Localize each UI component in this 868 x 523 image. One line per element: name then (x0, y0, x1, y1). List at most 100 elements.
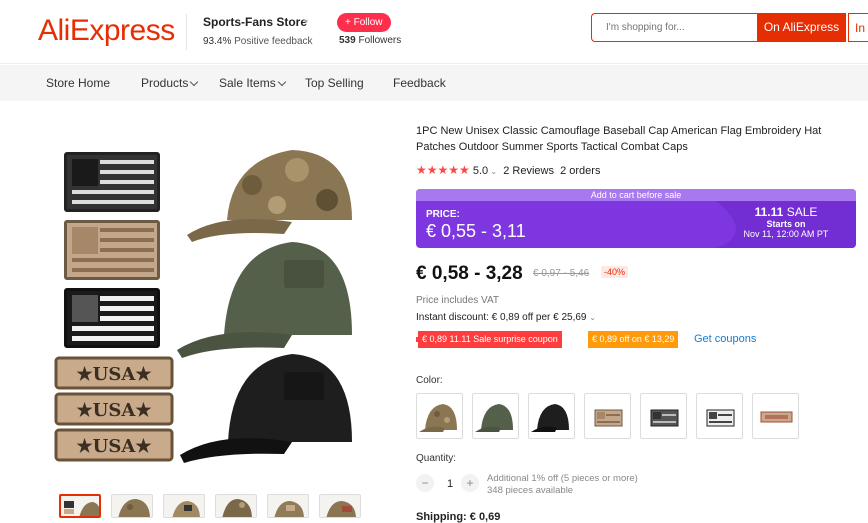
swatch-image (419, 404, 457, 432)
thumbnail-image (274, 501, 304, 517)
quantity-decrease-button[interactable]: − (416, 474, 434, 492)
nav-label: Top Selling (305, 76, 364, 90)
chevron-down-icon (190, 77, 199, 87)
followers: 539 Followers (339, 35, 401, 46)
store-coupon[interactable]: € 0,89 off on € 13,29 (588, 331, 679, 348)
flag-patch-bw (64, 152, 160, 212)
sale-logo-word: SALE (786, 205, 818, 219)
flag-patch-black (64, 288, 160, 348)
black-cap (180, 354, 352, 463)
nav-label: Sale Items (219, 76, 276, 90)
sale-coupon[interactable]: € 0,89 11.11 Sale surprise coupon (416, 331, 562, 348)
nav-sale-items[interactable]: Sale Items (219, 76, 286, 90)
feedback-label: Positive feedback (234, 36, 313, 47)
aliexpress-logo[interactable]: AliExpress (38, 14, 175, 48)
shipping-cost: Shipping: € 0,69 (416, 511, 501, 523)
product-image: ★USA★ ★USA★ ★USA★ (54, 150, 352, 463)
svg-text:★USA★: ★USA★ (77, 400, 153, 421)
nav-feedback[interactable]: Feedback (393, 76, 446, 90)
quantity-input[interactable]: 1 (440, 478, 460, 490)
nav-label: Feedback (393, 76, 446, 90)
usa-patch: ★USA★ (54, 356, 174, 390)
chevron-down-icon[interactable]: ⌄ (488, 167, 497, 176)
discount-badge: -40% (601, 266, 629, 278)
color-label: Color: (416, 375, 443, 386)
price-label: PRICE: (426, 209, 460, 220)
chevron-down-icon[interactable]: ▾ (304, 17, 308, 26)
store-name[interactable]: Sports-Fans Store (203, 15, 307, 29)
star-rating-icon: ★★★★★ (416, 163, 470, 177)
swatch-image (706, 409, 735, 427)
color-swatch-bw-flag[interactable] (696, 393, 743, 439)
usa-patch: ★USA★ (54, 392, 174, 426)
thumbnail[interactable] (163, 494, 205, 518)
camo-cap (187, 150, 352, 242)
quantity-info: Additional 1% off (5 pieces or more) 348… (487, 473, 638, 497)
chevron-down-icon: ⌄ (589, 313, 596, 322)
sale-starts-label: Starts on (766, 219, 806, 229)
color-swatch-black[interactable] (528, 393, 575, 439)
swatch-image (650, 409, 679, 427)
color-swatch-green[interactable] (472, 393, 519, 439)
sale-info: 11.11 SALE Starts on Nov 11, 12:00 AM PT (726, 205, 846, 239)
flag-patch-tan (64, 220, 160, 280)
search-input[interactable] (591, 13, 758, 42)
thumbnail[interactable] (215, 494, 257, 518)
nav-products[interactable]: Products (141, 76, 199, 90)
thumbnail[interactable] (319, 494, 361, 518)
thumbnail-image (326, 501, 356, 517)
color-swatch-usa-patch[interactable] (752, 393, 799, 439)
follow-button[interactable]: + Follow (337, 13, 391, 32)
sale-logo: 11.11 SALE (726, 205, 846, 219)
vat-note: Price includes VAT (416, 295, 499, 306)
color-swatch-dark-flag[interactable] (640, 393, 687, 439)
orders-count: 2 orders (560, 165, 601, 177)
svg-text:★USA★: ★USA★ (77, 364, 153, 385)
swatch-image (531, 404, 569, 432)
sale-banner: Add to cart before sale PRICE: € 0,55 - … (416, 189, 856, 248)
header-divider (186, 14, 187, 50)
thumbnail[interactable] (111, 494, 153, 518)
store-nav: Store Home Products Sale Items Top Selli… (0, 65, 868, 101)
product-title: 1PC New Unisex Classic Camouflage Baseba… (416, 125, 822, 153)
chevron-down-icon (277, 77, 286, 87)
swatch-image (475, 404, 513, 432)
sale-start-date: Nov 11, 12:00 AM PT (743, 229, 829, 239)
bulk-discount-note: Additional 1% off (5 pieces or more) (487, 473, 638, 484)
thumbnail-image (64, 501, 99, 516)
green-cap (177, 242, 352, 358)
followers-label: Followers (358, 35, 402, 46)
feedback-percent: 93.4% (203, 36, 232, 47)
product-rating: ★★★★★ 5.0 ⌄ 2 Reviews 2 orders (416, 163, 600, 177)
color-swatch-camo[interactable] (416, 393, 463, 439)
swatch-image (594, 409, 623, 427)
thumbnail-image (222, 499, 252, 517)
sale-price: € 0,55 - 3,11 (426, 221, 526, 241)
get-coupons-link[interactable]: Get coupons (694, 333, 756, 345)
sale-logo-number: 11.11 (754, 205, 784, 219)
followers-count: 539 (339, 35, 356, 46)
instant-discount-text: Instant discount: € 0,89 off per € 25,69 (416, 312, 587, 323)
thumbnail-image (172, 501, 200, 517)
nav-top-selling[interactable]: Top Selling (305, 76, 364, 90)
nav-store-home[interactable]: Store Home (46, 76, 110, 90)
thumbnail-image (118, 499, 150, 517)
nav-label: Products (141, 76, 189, 90)
instant-discount[interactable]: Instant discount: € 0,89 off per € 25,69… (416, 312, 596, 323)
rating-value: 5.0 (472, 165, 489, 177)
color-swatch-tan-flag[interactable] (584, 393, 631, 439)
store-header: AliExpress Sports-Fans Store ▾ 93.4% Pos… (0, 0, 868, 64)
search-aliexpress-button[interactable]: On AliExpress (757, 13, 846, 42)
product-main-image[interactable]: ★USA★ ★USA★ ★USA★ (52, 130, 374, 470)
current-price: € 0,58 - 3,28 (416, 263, 523, 284)
svg-text:★USA★: ★USA★ (77, 436, 153, 457)
search-in-store-button[interactable]: In (848, 13, 868, 42)
thumbnail[interactable] (267, 494, 309, 518)
quantity-increase-button[interactable]: + (461, 474, 479, 492)
swatch-image (760, 411, 793, 423)
stock-available: 348 pieces available (487, 485, 574, 496)
original-price: € 0,97 - 5,46 (533, 268, 590, 279)
thumbnail[interactable] (59, 494, 101, 518)
nav-label: Store Home (46, 76, 111, 90)
reviews-link[interactable]: 2 Reviews (503, 165, 554, 177)
